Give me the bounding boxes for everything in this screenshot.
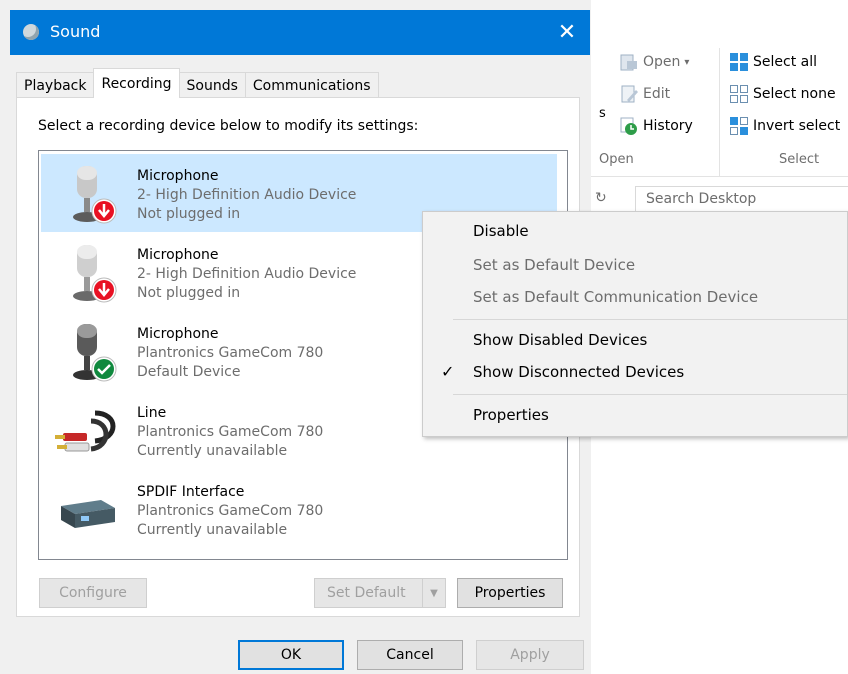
menu-item-set-default-device[interactable]: Set as Default Device [473, 256, 635, 274]
set-default-label: Set Default [327, 585, 406, 601]
ribbon-open-label: Open [643, 54, 681, 70]
device-context-menu: Disable Set as Default Device Set as Def… [422, 211, 848, 437]
device-item-spdif-interface[interactable]: SPDIF Interface Plantronics GameCom 780 … [41, 470, 557, 548]
device-status: Default Device [137, 364, 241, 380]
tab-sounds[interactable]: Sounds [178, 72, 246, 98]
menu-item-properties[interactable]: Properties [473, 406, 549, 424]
ribbon-select-none-label: Select none [753, 86, 836, 102]
menu-item-disable[interactable]: Disable [473, 222, 529, 240]
unplugged-badge-icon [91, 198, 117, 224]
menu-item-set-default-communication-device[interactable]: Set as Default Communication Device [473, 288, 758, 306]
menu-item-show-disabled-devices[interactable]: Show Disabled Devices [473, 331, 647, 349]
ok-label: OK [280, 647, 302, 663]
invert-selection-icon [729, 116, 749, 136]
device-detail: 2- High Definition Audio Device [137, 266, 357, 282]
properties-button[interactable]: Properties [457, 578, 563, 608]
ribbon-invert-selection-button[interactable]: Invert select [729, 116, 840, 136]
ribbon-edit-button[interactable]: Edit [619, 84, 670, 104]
ribbon-clipped-text: s [599, 106, 606, 121]
tab-playback[interactable]: Playback [16, 72, 95, 98]
configure-label: Configure [59, 585, 127, 601]
close-icon: ✕ [557, 20, 577, 45]
tab-communications[interactable]: Communications [244, 72, 379, 98]
device-name: Microphone [137, 326, 219, 342]
close-button[interactable]: ✕ [544, 10, 590, 55]
set-default-button[interactable]: Set Default ▼ [314, 578, 446, 608]
chevron-down-icon: ▾ [684, 56, 690, 68]
spdif-box-icon [55, 478, 121, 544]
device-detail: Plantronics GameCom 780 [137, 424, 324, 440]
search-placeholder: Search Desktop [646, 191, 757, 207]
configure-button[interactable]: Configure [39, 578, 147, 608]
ok-button[interactable]: OK [238, 640, 344, 670]
apply-label: Apply [510, 647, 550, 663]
ribbon-select-all-button[interactable]: Select all [729, 52, 817, 72]
device-detail: Plantronics GameCom 780 [137, 345, 324, 361]
open-icon [619, 52, 639, 72]
ribbon-invert-selection-label: Invert select [753, 118, 841, 134]
device-name: Microphone [137, 168, 219, 184]
instruction-text: Select a recording device below to modif… [38, 118, 419, 134]
ribbon-group-open-label: Open [599, 152, 634, 167]
default-check-badge-icon [91, 356, 117, 382]
ribbon-edit-label: Edit [643, 86, 671, 102]
properties-label: Properties [474, 585, 546, 601]
ribbon-select-none-button[interactable]: Select none [729, 84, 836, 104]
device-detail: 2- High Definition Audio Device [137, 187, 357, 203]
rca-cable-icon [55, 399, 121, 465]
device-name: Line [137, 405, 167, 421]
checkmark-icon: ✓ [441, 362, 455, 381]
ribbon-history-button[interactable]: History [619, 116, 693, 136]
unplugged-badge-icon [91, 277, 117, 303]
device-name: Microphone [137, 247, 219, 263]
cancel-label: Cancel [386, 647, 434, 663]
device-status: Currently unavailable [137, 522, 288, 538]
ribbon-select-all-label: Select all [753, 54, 817, 70]
tab-strip: Playback Recording Sounds Communications [16, 68, 379, 98]
tab-recording[interactable]: Recording [93, 68, 180, 98]
ribbon-group-select-label: Select [779, 152, 820, 167]
ribbon-bottom-border [591, 176, 848, 177]
dialog-titlebar[interactable]: Sound ✕ [10, 10, 590, 55]
speaker-icon [23, 24, 39, 40]
apply-button[interactable]: Apply [476, 640, 584, 670]
cancel-button[interactable]: Cancel [357, 640, 463, 670]
menu-separator [453, 319, 847, 320]
menu-item-show-disconnected-devices[interactable]: Show Disconnected Devices [473, 363, 684, 381]
refresh-icon[interactable]: ↻ [595, 190, 607, 206]
device-status: Not plugged in [137, 285, 241, 301]
ribbon-divider [719, 48, 720, 176]
device-name: SPDIF Interface [137, 484, 245, 500]
dialog-title: Sound [50, 22, 101, 41]
device-status: Not plugged in [137, 206, 241, 222]
chevron-down-icon[interactable]: ▼ [422, 579, 445, 607]
select-none-icon [729, 84, 749, 104]
device-detail: Plantronics GameCom 780 [137, 503, 324, 519]
history-icon [619, 116, 639, 136]
edit-icon [619, 84, 639, 104]
ribbon-open-button[interactable]: Open ▾ [619, 52, 689, 72]
select-all-icon [729, 52, 749, 72]
menu-separator [453, 394, 847, 395]
ribbon-history-label: History [643, 118, 693, 134]
device-status: Currently unavailable [137, 443, 288, 459]
